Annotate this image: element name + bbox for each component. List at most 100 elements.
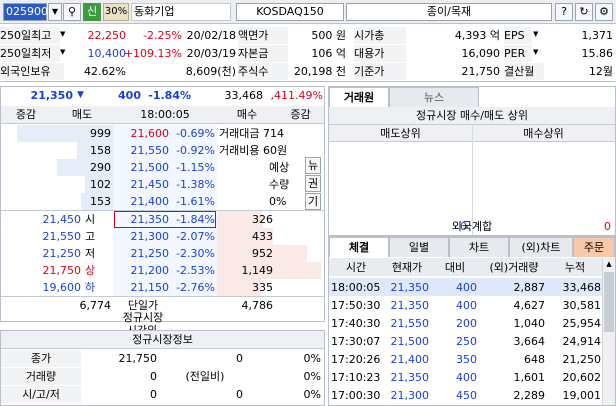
order-button[interactable]: 주문: [573, 237, 615, 257]
ask-price[interactable]: 21,400: [113, 193, 170, 210]
chevron-down-icon: ▼: [51, 7, 59, 16]
ask-qty: 158: [90, 144, 111, 157]
trade-volume: 1,040: [513, 317, 546, 330]
trade-diff: 350: [456, 353, 477, 366]
close-price: 21,750: [118, 352, 158, 365]
info-value: 106 억: [311, 47, 346, 60]
info-label: 주식수: [238, 63, 288, 80]
close-change: 0: [236, 352, 243, 365]
scroll-thumb[interactable]: [604, 272, 614, 332]
bid-price[interactable]: 21,150: [113, 279, 170, 296]
credit-badge: 신: [83, 3, 101, 21]
tab-trades[interactable]: 체결: [329, 237, 389, 257]
tab-broker[interactable]: 거래원: [329, 87, 389, 107]
trade-cumulative: 30,581: [562, 299, 602, 312]
bid-qty: 433: [252, 230, 273, 243]
trade-volume: 2,887: [513, 281, 546, 294]
help-button[interactable]: ?: [555, 3, 573, 21]
tab-daily[interactable]: 일별: [389, 237, 449, 257]
volume: 33,468: [224, 89, 264, 102]
info-label: 시가총: [354, 27, 406, 44]
regular-market-label: 정규시장: [122, 311, 164, 324]
bid-price[interactable]: 21,200: [113, 262, 170, 279]
news-button[interactable]: 뉴: [305, 157, 321, 174]
bid-price[interactable]: 21,250: [113, 245, 170, 262]
rights-button[interactable]: 권: [305, 175, 321, 192]
trade-cumulative: 21,250: [562, 353, 602, 366]
ask-price[interactable]: 21,550: [113, 142, 170, 159]
refresh-button[interactable]: ↻: [575, 3, 593, 21]
etc-button[interactable]: 기: [305, 193, 321, 210]
lower-limit-label: 하: [85, 281, 96, 294]
ask-price[interactable]: 21,600: [113, 125, 170, 142]
info-date: 20/02/18: [186, 29, 236, 42]
info-value: 4,393 억: [454, 29, 500, 42]
tab-chart[interactable]: 차트: [449, 237, 509, 257]
col-price: 현재가: [391, 261, 423, 274]
chevron-down-icon[interactable]: ▼: [60, 48, 68, 58]
total-bid-qty: 4,786: [241, 299, 274, 312]
col-cumulative: 누적: [564, 261, 586, 274]
info-value: 20,198 천: [293, 65, 346, 78]
trade-cumulative: 19,001: [562, 389, 602, 402]
trade-time: 17:00:30: [331, 389, 381, 402]
trade-diff: 400: [456, 371, 477, 384]
info-value: 500 원: [311, 29, 346, 42]
trade-diff: 400: [456, 281, 477, 294]
regular-session-title: 정규시장정보: [1, 331, 324, 349]
info-value: 15.86: [581, 47, 614, 60]
code-dropdown-button[interactable]: ▼: [48, 3, 62, 21]
tab-news[interactable]: 뉴스: [389, 87, 479, 107]
col-sell-top: 매도상위: [329, 125, 472, 142]
regular-session-panel: 정규시장정보 종가 21,750 0 0% 거래량 0 (전일비) 0% 시/고…: [0, 330, 325, 406]
chevron-down-icon[interactable]: ▼: [60, 30, 68, 40]
info-label: EPS: [504, 27, 532, 44]
chevron-down-icon[interactable]: ▼: [533, 48, 541, 58]
col-bid-qty: 매수: [236, 108, 258, 121]
high-label: 고: [85, 230, 96, 243]
info-value: 12월: [588, 65, 613, 78]
total-ask-qty: 6,774: [79, 299, 112, 312]
margin-badge: 30%: [103, 3, 129, 21]
bid-qty: 326: [252, 213, 273, 226]
high-price: 21,550: [42, 230, 82, 243]
settings-button[interactable]: ⚙: [595, 3, 613, 21]
trade-cumulative: 24,914: [562, 335, 602, 348]
ask-price[interactable]: 21,500: [113, 159, 170, 176]
prev-day-label: (전일비): [185, 370, 225, 383]
col-bid-change: 증감: [290, 108, 311, 121]
info-label: PER: [504, 45, 532, 62]
row-label: 시/고/저: [1, 386, 81, 403]
current-price: 21,350: [30, 89, 73, 102]
expected-label: 예상: [269, 161, 290, 174]
chevron-down-icon[interactable]: ▼: [533, 30, 541, 40]
trades-scrollbar[interactable]: ▲: [602, 258, 615, 405]
tab-foreign-chart[interactable]: (외)차트: [509, 237, 573, 257]
info-value: 22,250: [87, 29, 127, 42]
price-change: 400: [118, 89, 141, 102]
trade-volume: 648: [524, 353, 545, 366]
close-rate: 0%: [303, 352, 321, 365]
trade-time: 17:40:30: [331, 317, 381, 330]
info-label: 액면가: [238, 27, 288, 44]
trade-volume: 2,289: [513, 389, 546, 402]
bid-rate: -1.84%: [176, 213, 215, 226]
ask-qty: 290: [90, 161, 111, 174]
bid-rate: -2.07%: [176, 230, 215, 243]
bid-price[interactable]: 21,350: [113, 211, 170, 228]
trade-volume: 1,601: [513, 371, 546, 384]
col-time: 시간: [345, 261, 367, 274]
trade-price: 21,500: [390, 335, 430, 348]
scroll-up-icon[interactable]: ▲: [603, 258, 615, 270]
broker-title: 정규시장 매수/매도 상위: [329, 107, 615, 125]
stock-code-input[interactable]: 025900: [3, 3, 48, 21]
trade-cumulative: 20,602: [562, 371, 602, 384]
col-buy-top: 매수상위: [472, 125, 615, 142]
ask-qty: 102: [90, 178, 111, 191]
bid-price[interactable]: 21,300: [113, 228, 170, 245]
market-field: KOSDAQ150: [236, 3, 344, 21]
ask-rate: -1.15%: [176, 161, 215, 174]
stock-code-value: 025900: [6, 5, 48, 18]
search-button[interactable]: ⚲: [63, 3, 81, 21]
ask-price[interactable]: 21,450: [113, 176, 170, 193]
